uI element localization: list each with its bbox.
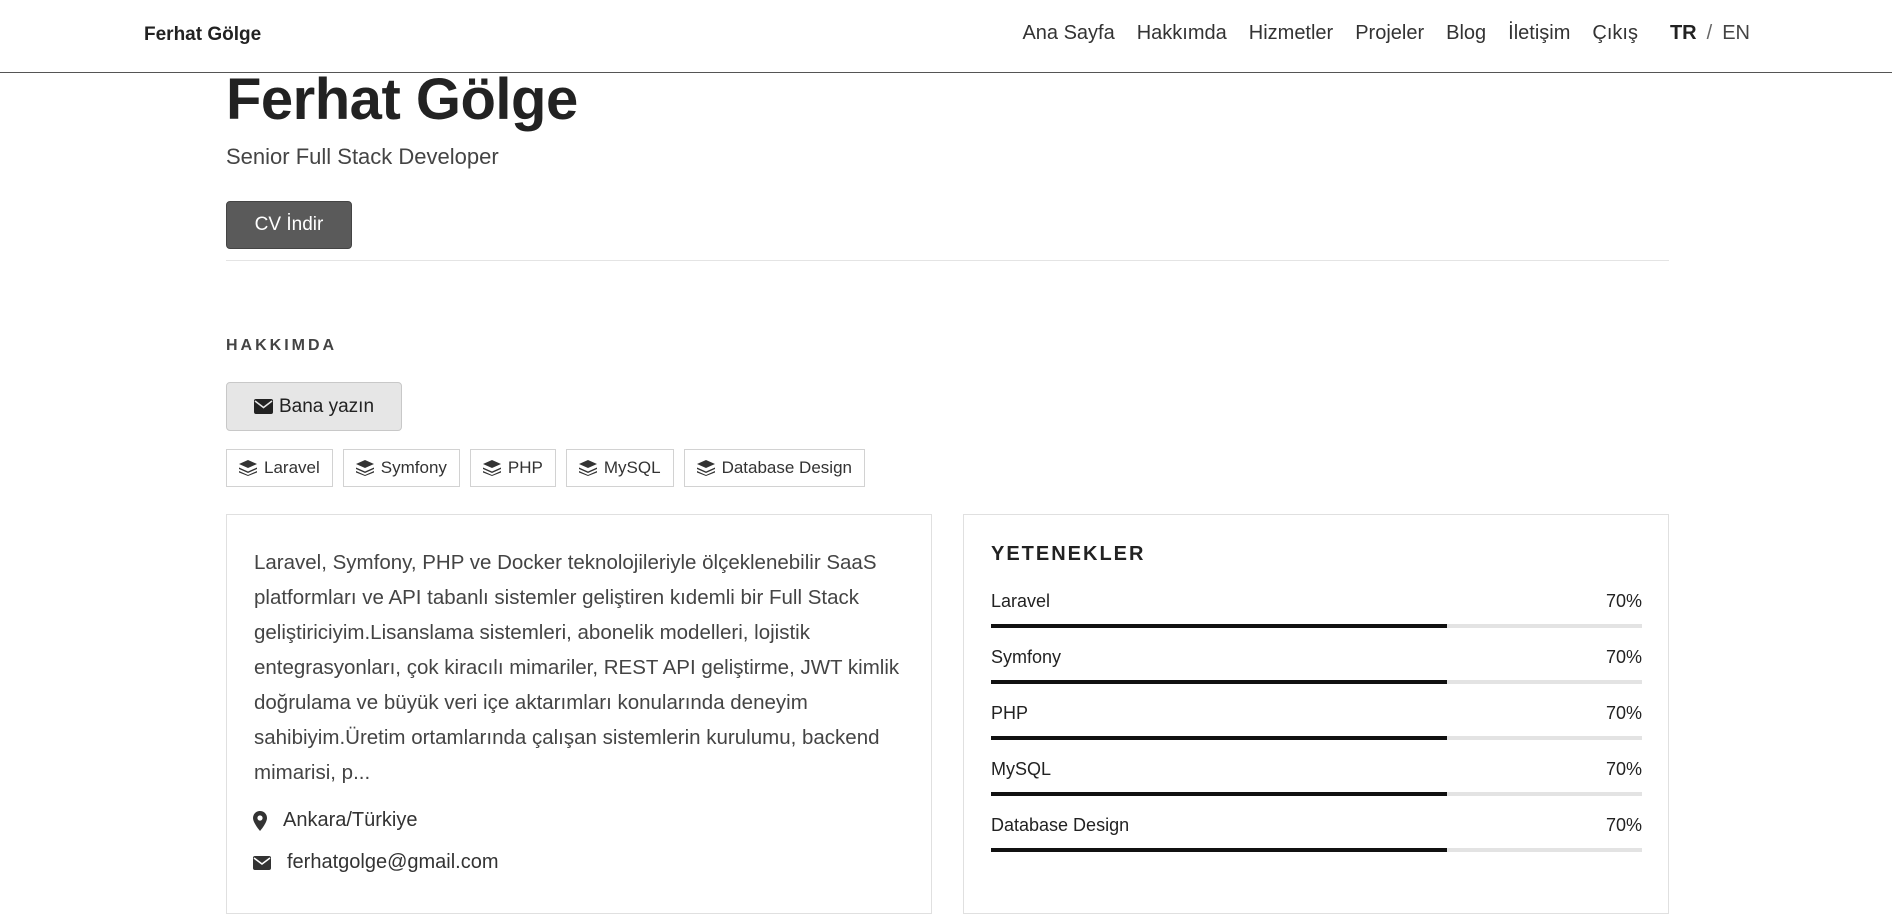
skill-percent: 70% — [1605, 815, 1642, 835]
skill-percent: 70% — [1605, 703, 1642, 723]
nav-link-blog[interactable]: Blog — [1446, 22, 1486, 45]
write-to-me-label: Bana yazın — [278, 395, 375, 417]
about-card: Laravel, Symfony, PHP ve Docker teknoloj… — [226, 514, 932, 914]
skill-php: PHP 70% — [991, 703, 1642, 740]
hero-name: Ferhat Gölge — [226, 67, 578, 132]
hero-subtitle: Senior Full Stack Developer — [226, 144, 499, 169]
nav-link-logout[interactable]: Çıkış — [1592, 22, 1638, 45]
envelope-icon — [253, 855, 271, 870]
about-description: Laravel, Symfony, PHP ve Docker teknoloj… — [254, 551, 900, 784]
layers-icon — [696, 460, 715, 476]
nav-link-projects[interactable]: Projeler — [1355, 22, 1424, 45]
skill-progress-fill — [991, 624, 1447, 628]
tag-label: MySQL — [603, 458, 661, 477]
map-marker-icon — [253, 810, 267, 831]
skill-database-design: Database Design 70% — [991, 815, 1642, 852]
download-cv-button[interactable]: CV İndir — [226, 201, 352, 249]
tag-php: PHP — [469, 449, 556, 487]
envelope-icon — [253, 399, 273, 414]
skills-title: YETENEKLER — [991, 543, 1146, 565]
write-to-me-button[interactable]: Bana yazın — [226, 382, 402, 431]
skill-name: Symfony — [991, 647, 1062, 667]
skill-name: Laravel — [991, 591, 1051, 611]
tag-label: PHP — [507, 458, 543, 477]
layers-icon — [578, 460, 597, 476]
lang-tr-link[interactable]: TR — [1670, 22, 1697, 45]
brand-logo-link[interactable]: Ferhat Gölge — [144, 24, 261, 46]
location-row: Ankara/Türkiye — [253, 809, 418, 832]
navbar: Ferhat Gölge Ana Sayfa Hakkımda Hizmetle… — [0, 0, 1892, 73]
skill-laravel: Laravel 70% — [991, 591, 1642, 628]
language-switcher: TR / EN — [1670, 22, 1750, 45]
tag-database-design: Database Design — [683, 449, 865, 487]
layers-icon — [239, 460, 257, 476]
skill-symfony: Symfony 70% — [991, 647, 1642, 684]
skill-progress-track — [991, 736, 1642, 740]
location-text: Ankara/Türkiye — [283, 809, 418, 831]
layers-icon — [482, 460, 501, 476]
nav-link-home[interactable]: Ana Sayfa — [1022, 22, 1114, 45]
skill-percent: 70% — [1605, 591, 1642, 611]
skill-name: PHP — [991, 703, 1029, 723]
skill-percent: 70% — [1605, 759, 1642, 779]
layers-icon — [355, 460, 374, 476]
nav-links: Ana Sayfa Hakkımda Hizmetler Projeler Bl… — [1000, 22, 1750, 45]
skill-progress-fill — [991, 848, 1447, 852]
lang-separator: / — [1706, 22, 1713, 44]
skill-mysql: MySQL 70% — [991, 759, 1642, 796]
skill-progress-fill — [991, 792, 1447, 796]
hero-divider — [226, 260, 1669, 261]
about-section-heading: HAKKIMDA — [226, 337, 338, 354]
skill-progress-track — [991, 680, 1642, 684]
skills-card: YETENEKLER Laravel 70% Symfony 70% PHP 7… — [963, 514, 1669, 914]
tag-mysql: MySQL — [565, 449, 674, 487]
tag-label: Symfony — [380, 458, 447, 477]
skill-progress-fill — [991, 736, 1447, 740]
nav-link-about[interactable]: Hakkımda — [1137, 22, 1227, 45]
lang-en-link[interactable]: EN — [1722, 22, 1750, 45]
tag-laravel: Laravel — [226, 449, 333, 487]
email-text[interactable]: ferhatgolge@gmail.com — [287, 851, 499, 874]
skill-progress-fill — [991, 680, 1447, 684]
skill-progress-track — [991, 848, 1642, 852]
skill-progress-track — [991, 792, 1642, 796]
skill-name: MySQL — [991, 759, 1052, 779]
tag-label: Database Design — [721, 458, 852, 477]
tag-symfony: Symfony — [342, 449, 460, 487]
skill-tags: Laravel Symfony PHP MySQL Database Desig… — [226, 449, 875, 487]
nav-link-contact[interactable]: İletişim — [1508, 22, 1570, 45]
email-row: ferhatgolge@gmail.com — [253, 851, 499, 874]
nav-link-services[interactable]: Hizmetler — [1249, 22, 1333, 45]
tag-label: Laravel — [264, 458, 320, 477]
skill-percent: 70% — [1605, 647, 1642, 667]
skill-progress-track — [991, 624, 1642, 628]
skill-name: Database Design — [991, 815, 1130, 835]
